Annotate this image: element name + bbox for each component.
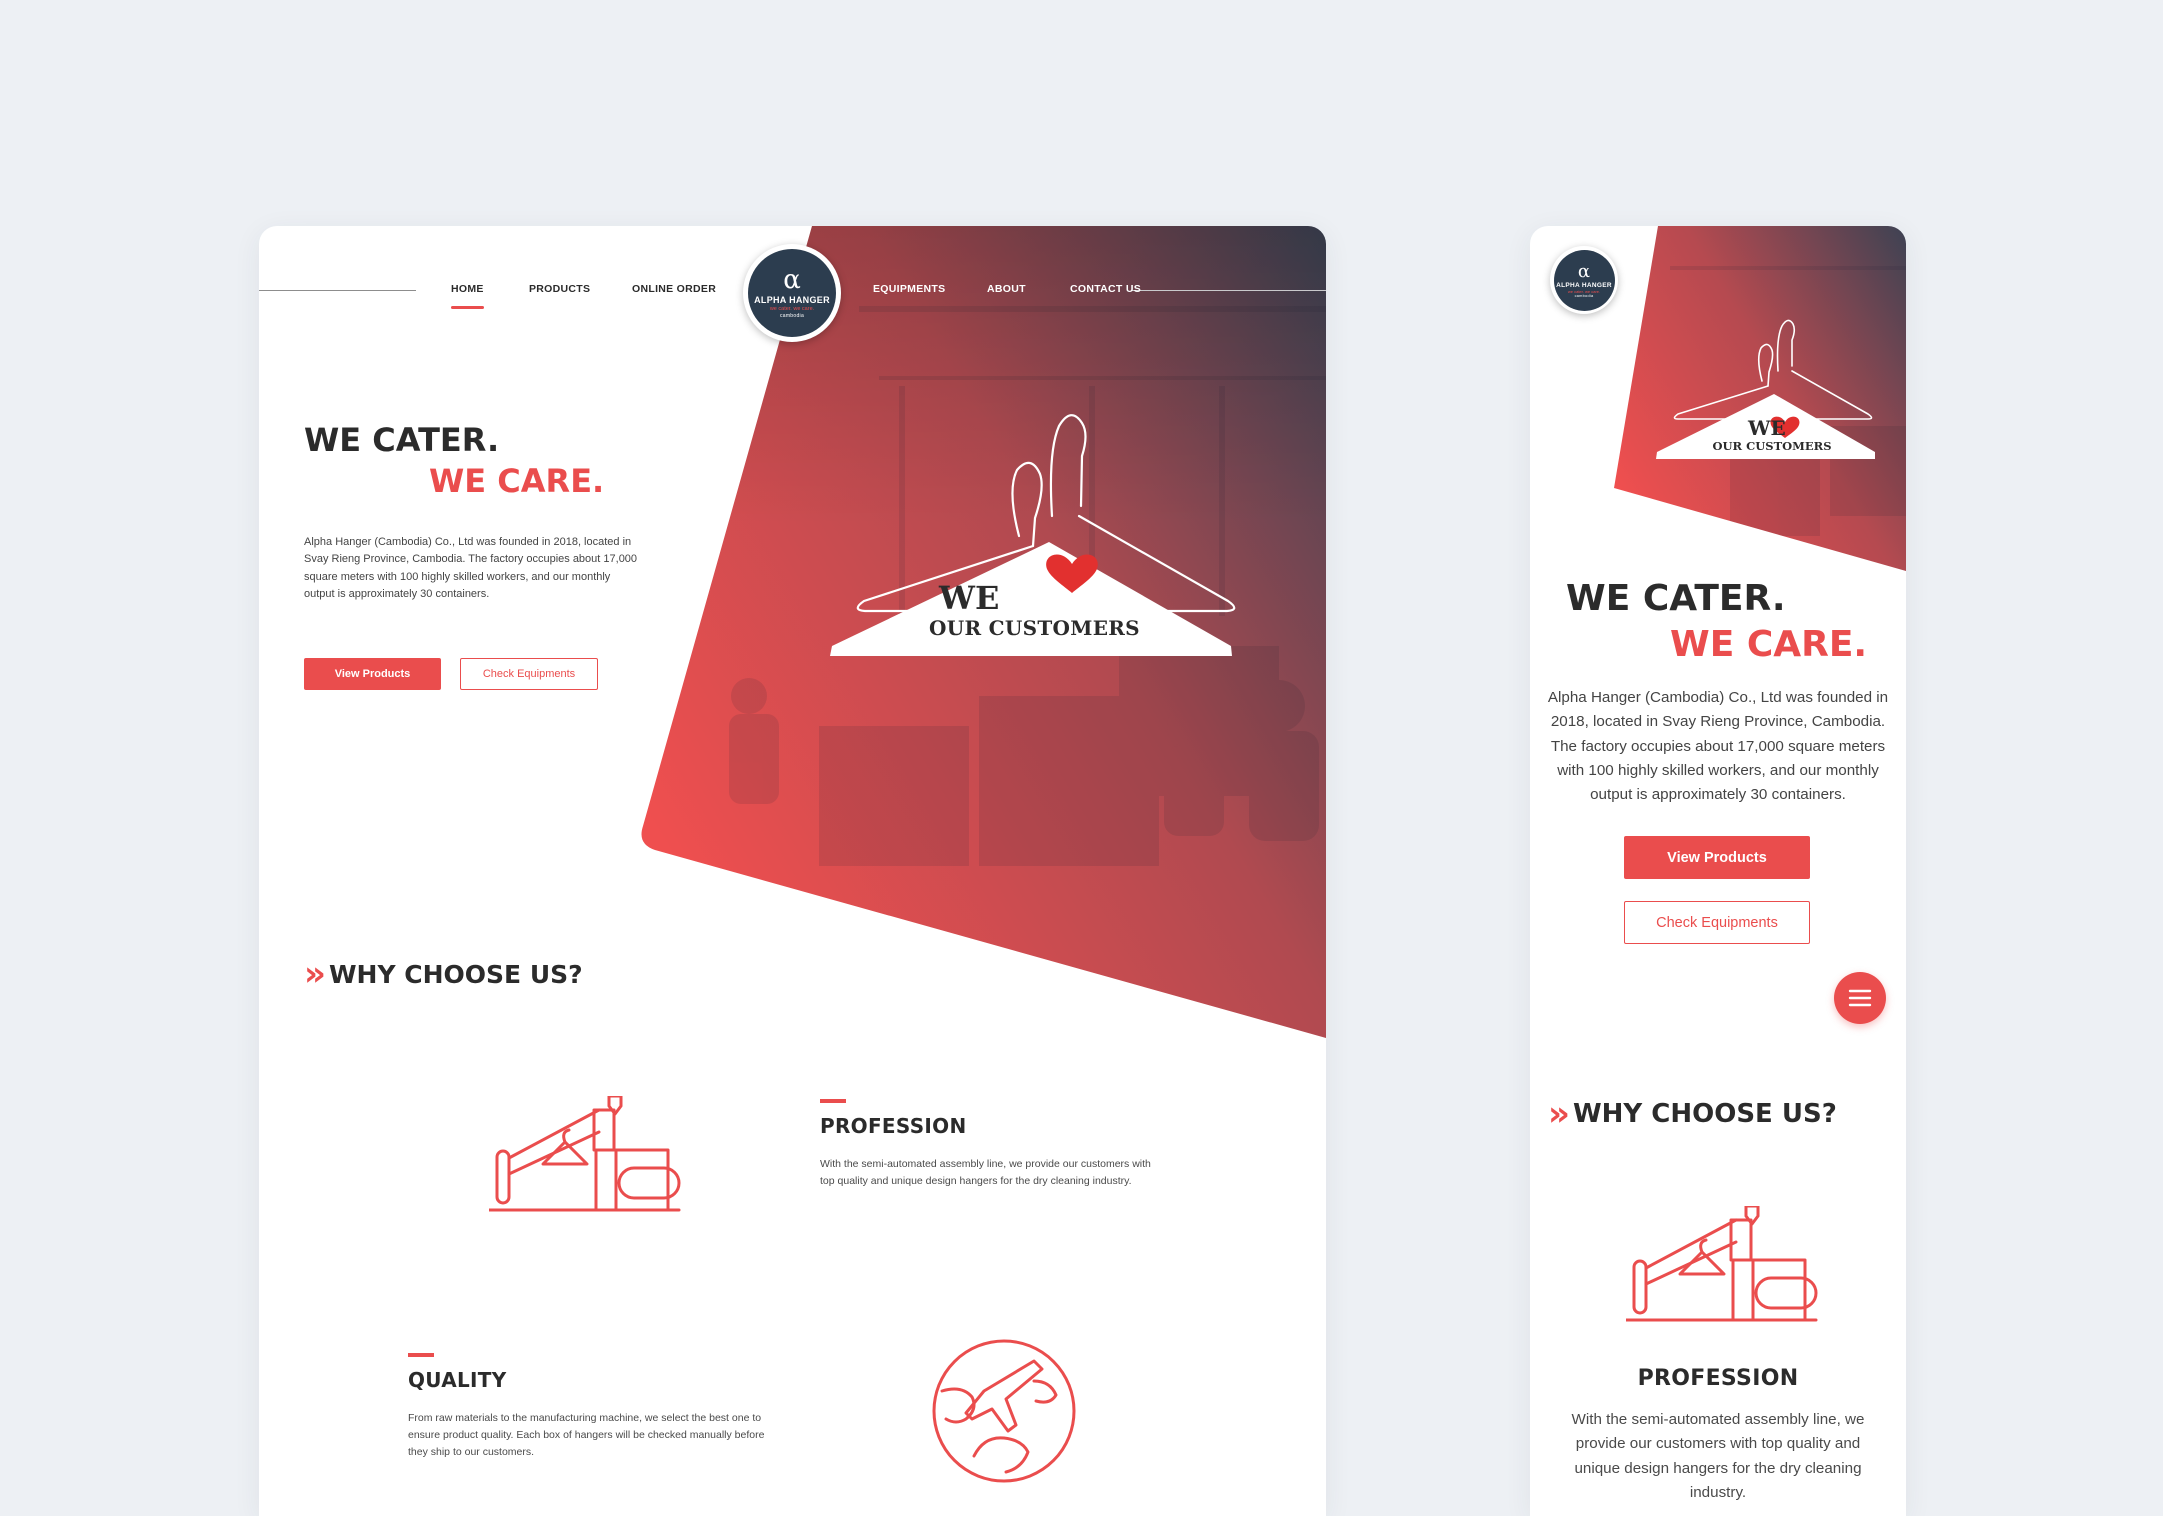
assembly-machine-icon bbox=[489, 1096, 681, 1212]
mobile-why-choose-us-title: » WHY CHOOSE US? bbox=[1548, 1094, 1837, 1134]
nav-item-equipments[interactable]: EQUIPMENTS bbox=[873, 283, 945, 295]
mobile-hero-description: Alpha Hanger (Cambodia) Co., Ltd was fou… bbox=[1547, 689, 1889, 804]
hero-title-line2: WE CARE. bbox=[429, 462, 605, 500]
mobile-brand-logo[interactable]: α ALPHA HANGER we cater. we care. cambod… bbox=[1550, 246, 1618, 314]
mobile-logo-alpha-glyph: α bbox=[1577, 260, 1591, 282]
mobile-assembly-machine-icon bbox=[1626, 1206, 1818, 1322]
mobile-hanger-customers-text: OUR CUSTOMERS bbox=[1712, 439, 1832, 453]
nav-item-home[interactable]: HOME bbox=[451, 283, 484, 309]
mobile-hero-title-line2: WE CARE. bbox=[1670, 624, 1868, 665]
hero-photo-background bbox=[641, 226, 1326, 1038]
nav-line-right bbox=[1132, 290, 1326, 291]
mobile-view-products-button[interactable]: View Products bbox=[1624, 836, 1810, 879]
hero-title-line1: WE CATER. bbox=[304, 421, 500, 459]
nav-item-contact-us[interactable]: CONTACT US bbox=[1070, 283, 1141, 295]
mobile-preview: WE OUR CUSTOMERS α ALPHA HANGER we cater… bbox=[1530, 226, 1906, 1516]
mobile-why-choose-us-label: WHY CHOOSE US? bbox=[1572, 1099, 1837, 1129]
hamburger-menu-button[interactable] bbox=[1834, 972, 1886, 1024]
double-chevron-icon: » bbox=[304, 954, 326, 994]
desktop-preview: WE OUR CUSTOMERS HOME PRODUCTS ONLINE OR… bbox=[259, 226, 1326, 1516]
logo-tagline: we cater. we care. bbox=[769, 306, 815, 312]
mobile-hanger-we-text: WE bbox=[1748, 416, 1786, 440]
nav-item-about[interactable]: ABOUT bbox=[987, 283, 1026, 295]
profession-description: With the semi-automated assembly line, w… bbox=[820, 1158, 1151, 1187]
mobile-logo-brand-name: ALPHA HANGER bbox=[1556, 281, 1612, 289]
mobile-hero-title-line1: WE CATER. bbox=[1566, 578, 1786, 619]
profession-accent-bar bbox=[820, 1099, 846, 1103]
hanger-we-text: WE bbox=[939, 579, 1000, 617]
quality-title: QUALITY bbox=[408, 1368, 507, 1392]
brand-logo[interactable]: α ALPHA HANGER we cater. we care. cambod… bbox=[743, 244, 841, 342]
nav-item-online-order[interactable]: ONLINE ORDER bbox=[632, 283, 716, 295]
mobile-double-chevron-icon: » bbox=[1548, 1094, 1570, 1134]
logo-alpha-glyph: α bbox=[783, 265, 801, 295]
mobile-profession-title: PROFESSION bbox=[1637, 1366, 1799, 1391]
globe-plane-icon bbox=[932, 1339, 1076, 1483]
profession-title: PROFESSION bbox=[820, 1114, 967, 1138]
quality-accent-bar bbox=[408, 1353, 434, 1357]
nav-item-products[interactable]: PRODUCTS bbox=[529, 283, 590, 295]
mobile-profession-description: With the semi-automated assembly line, w… bbox=[1571, 1411, 1865, 1501]
view-products-button[interactable]: View Products bbox=[304, 658, 441, 690]
logo-country: cambodia bbox=[779, 313, 805, 319]
hanger-customers-text: OUR CUSTOMERS bbox=[929, 616, 1140, 640]
hamburger-icon bbox=[1848, 989, 1872, 1007]
quality-description: From raw materials to the manufacturing … bbox=[408, 1412, 765, 1458]
mobile-logo-country: cambodia bbox=[1574, 293, 1594, 298]
why-choose-us-label: WHY CHOOSE US? bbox=[328, 959, 583, 989]
logo-brand-name: ALPHA HANGER bbox=[754, 295, 830, 305]
nav-line-left bbox=[259, 290, 416, 291]
hero-description: Alpha Hanger (Cambodia) Co., Ltd was fou… bbox=[304, 536, 638, 601]
mobile-check-equipments-button[interactable]: Check Equipments bbox=[1624, 901, 1810, 944]
why-choose-us-title: » WHY CHOOSE US? bbox=[304, 954, 583, 994]
check-equipments-button[interactable]: Check Equipments bbox=[460, 658, 598, 690]
